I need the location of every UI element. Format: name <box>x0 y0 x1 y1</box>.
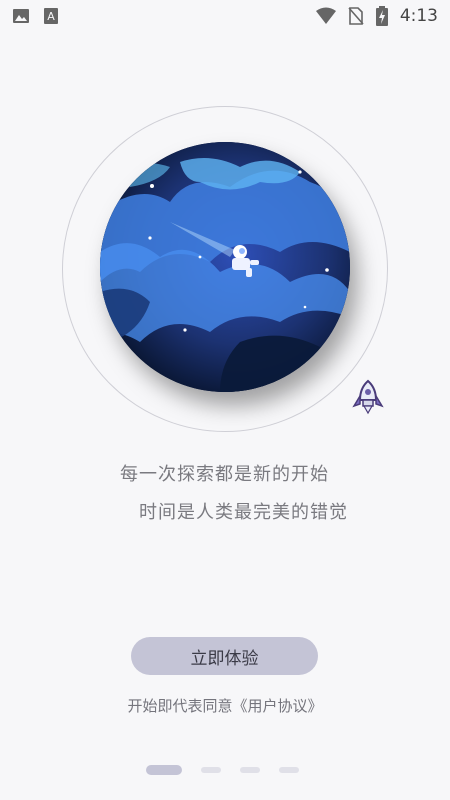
page-dot-2[interactable] <box>201 767 221 773</box>
wifi-icon <box>315 7 336 24</box>
image-icon <box>13 9 29 23</box>
tagline-line-1: 每一次探索都是新的开始 <box>120 464 329 485</box>
rocket-icon[interactable] <box>349 378 387 416</box>
user-agreement-link[interactable]: 开始即代表同意《用户协议》 <box>0 695 450 716</box>
status-bar: A 4:13 <box>0 0 450 32</box>
page-dot-4[interactable] <box>279 767 299 773</box>
status-time: 4:13 <box>399 6 438 26</box>
page-dot-3[interactable] <box>240 767 260 773</box>
page-indicator <box>146 765 299 775</box>
status-right: 4:13 <box>315 6 438 26</box>
start-experience-button[interactable]: 立即体验 <box>131 637 318 675</box>
page-dot-1[interactable] <box>146 765 182 775</box>
tagline-line-2: 时间是人类最完美的错觉 <box>139 502 348 523</box>
svg-text:A: A <box>47 10 55 23</box>
no-sim-icon <box>348 7 364 25</box>
battery-charging-icon <box>375 6 388 26</box>
text-a-icon: A <box>44 8 58 24</box>
space-scene <box>100 142 350 392</box>
planet-illustration <box>100 142 350 392</box>
status-left: A <box>12 7 60 25</box>
